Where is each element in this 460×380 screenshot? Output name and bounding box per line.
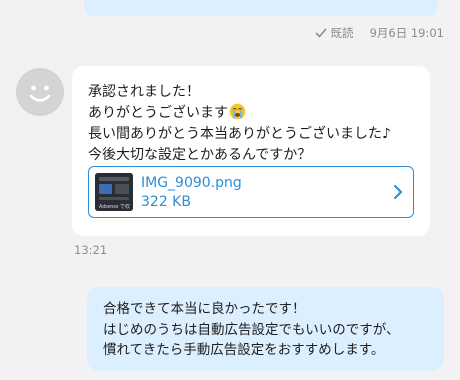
- avatar[interactable]: [16, 68, 64, 116]
- message-line-with-emoji: ありがとうございます: [88, 103, 391, 124]
- sent-message-text: 合格できて本当に良かったです！ はじめのうちは自動広告設定でもいいのですが、 慣…: [103, 299, 399, 361]
- chevron-right-icon: [393, 184, 403, 200]
- file-attachment[interactable]: Adsense で収 IMG_9090.png 322 KB: [88, 166, 414, 218]
- previous-sent-bubble: [84, 0, 438, 16]
- message-line: 合格できて本当に良かったです！: [103, 301, 306, 317]
- file-name: IMG_9090.png: [141, 175, 242, 191]
- file-size: 322 KB: [141, 194, 191, 210]
- screenshot-thumbnail-icon: Adsense で収: [95, 173, 133, 211]
- message-timestamp: 9月6日 19:01: [369, 26, 444, 40]
- sent-message-bubble: 合格できて本当に良かったです！ はじめのうちは自動広告設定でもいいのですが、 慣…: [87, 287, 444, 371]
- read-receipt: 既読 9月6日 19:01: [315, 25, 444, 41]
- image-thumbnail: Adsense で収: [95, 173, 133, 211]
- message-line: ありがとうございます: [88, 105, 228, 121]
- default-avatar-icon: [16, 68, 64, 116]
- message-line: 長い間ありがとう本当ありがとうございました♪: [88, 126, 391, 142]
- message-line: 慣れてきたら手動広告設定をおすすめします。: [103, 342, 385, 358]
- message-line: 承認されました！: [88, 84, 200, 100]
- check-icon: [315, 28, 326, 38]
- read-status: 既読: [330, 26, 354, 40]
- received-message-text: 承認されました！ ありがとうございます 長い間ありがとう本当ありがとうございまし…: [88, 82, 391, 166]
- received-message-bubble: 承認されました！ ありがとうございます 長い間ありがとう本当ありがとうございまし…: [72, 66, 430, 236]
- thumbnail-caption: Adsense で収: [99, 203, 130, 210]
- crying-face-icon: [229, 103, 246, 120]
- message-timestamp: 13:21: [74, 243, 108, 257]
- message-line: 今後大切な設定とかあるんですか？: [88, 147, 312, 163]
- message-line: はじめのうちは自動広告設定でもいいのですが、: [103, 321, 400, 338]
